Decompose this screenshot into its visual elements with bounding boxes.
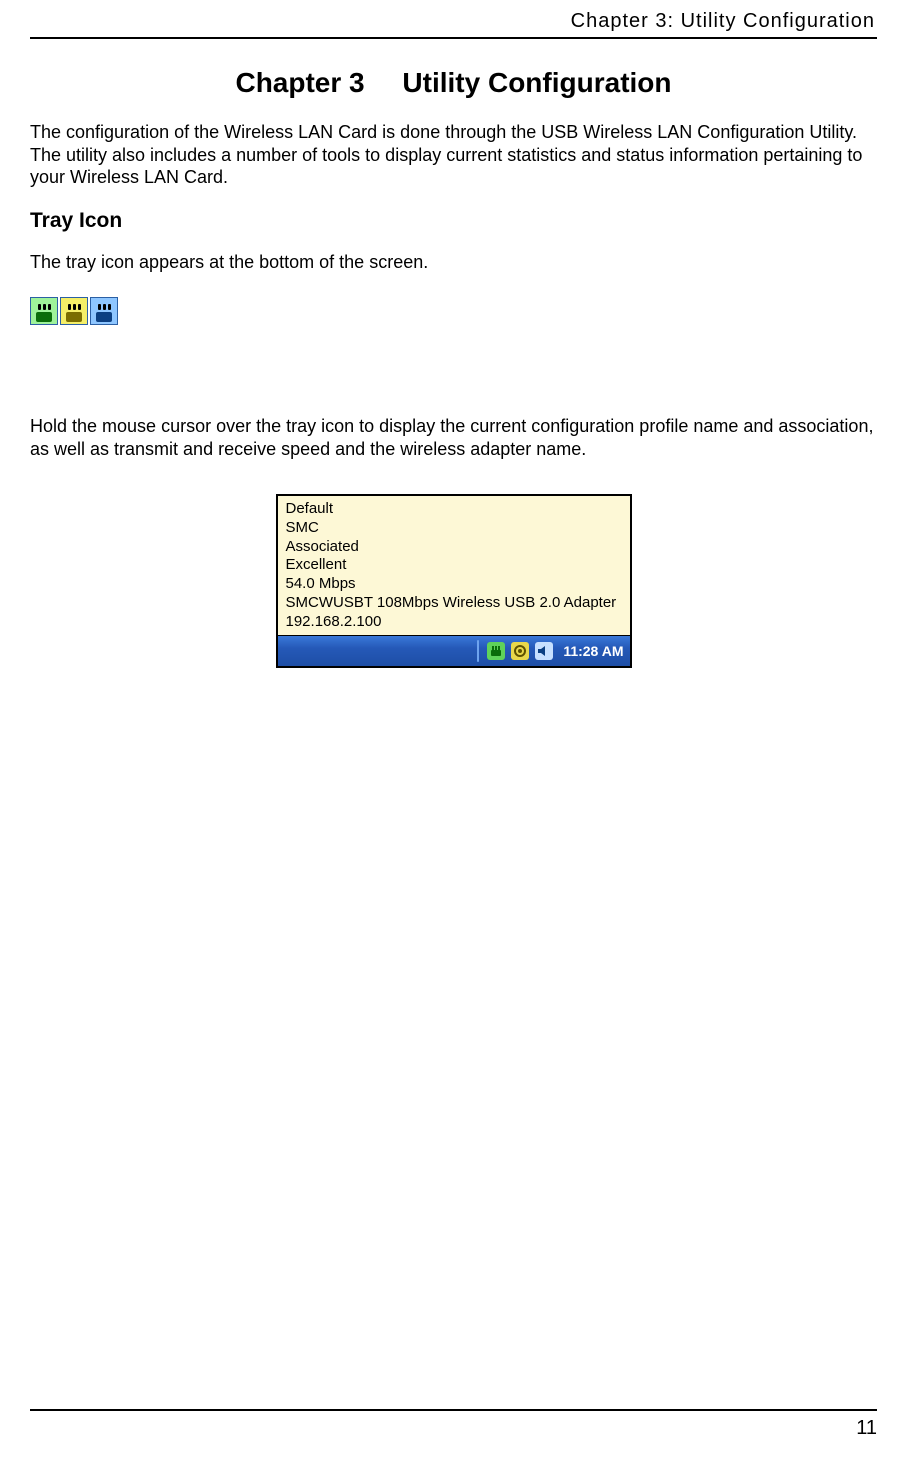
taskbar-divider bbox=[477, 640, 479, 662]
adapter-body-icon bbox=[96, 312, 112, 322]
chapter-heading: Chapter 3 Utility Configuration bbox=[30, 67, 877, 99]
windows-taskbar: 11:28 AM bbox=[278, 636, 630, 666]
tooltip-line: 192.168.2.100 bbox=[286, 613, 622, 632]
tooltip-line: SMC bbox=[286, 519, 622, 538]
tray-icon-paragraph: The tray icon appears at the bottom of t… bbox=[30, 251, 877, 274]
tray-volume-icon[interactable] bbox=[535, 642, 553, 660]
tooltip-line: Excellent bbox=[286, 556, 622, 575]
tray-tooltip: Default SMC Associated Excellent 54.0 Mb… bbox=[278, 496, 630, 636]
running-header: Chapter 3: Utility Configuration bbox=[30, 10, 877, 39]
page-footer: 11 bbox=[30, 1409, 877, 1440]
signal-bars-icon bbox=[68, 304, 81, 310]
document-page: Chapter 3: Utility Configuration Chapter… bbox=[0, 0, 907, 1460]
tooltip-line: Default bbox=[286, 500, 622, 519]
tooltip-intro-paragraph: Hold the mouse cursor over the tray icon… bbox=[30, 415, 877, 460]
signal-bars-icon bbox=[98, 304, 111, 310]
chapter-title-text: Utility Configuration bbox=[402, 67, 671, 98]
signal-bars-icon bbox=[38, 304, 51, 310]
intro-paragraph: The configuration of the Wireless LAN Ca… bbox=[30, 121, 877, 189]
tooltip-line: SMCWUSBT 108Mbps Wireless USB 2.0 Adapte… bbox=[286, 594, 622, 613]
page-number: 11 bbox=[856, 1417, 877, 1439]
tooltip-figure-wrap: Default SMC Associated Excellent 54.0 Mb… bbox=[30, 494, 877, 668]
tray-status-icon[interactable] bbox=[511, 642, 529, 660]
tray-icon-blue bbox=[90, 297, 118, 325]
tray-icon-row bbox=[30, 297, 877, 325]
chapter-number: Chapter 3 bbox=[235, 67, 364, 98]
adapter-body-icon bbox=[66, 312, 82, 322]
tray-icon-yellow bbox=[60, 297, 88, 325]
tray-icon-heading: Tray Icon bbox=[30, 209, 877, 233]
tooltip-line: 54.0 Mbps bbox=[286, 575, 622, 594]
tray-network-icon[interactable] bbox=[487, 642, 505, 660]
taskbar-clock: 11:28 AM bbox=[563, 643, 623, 659]
tray-icon-green bbox=[30, 297, 58, 325]
adapter-body-icon bbox=[36, 312, 52, 322]
tooltip-figure: Default SMC Associated Excellent 54.0 Mb… bbox=[276, 494, 632, 668]
tooltip-line: Associated bbox=[286, 538, 622, 557]
